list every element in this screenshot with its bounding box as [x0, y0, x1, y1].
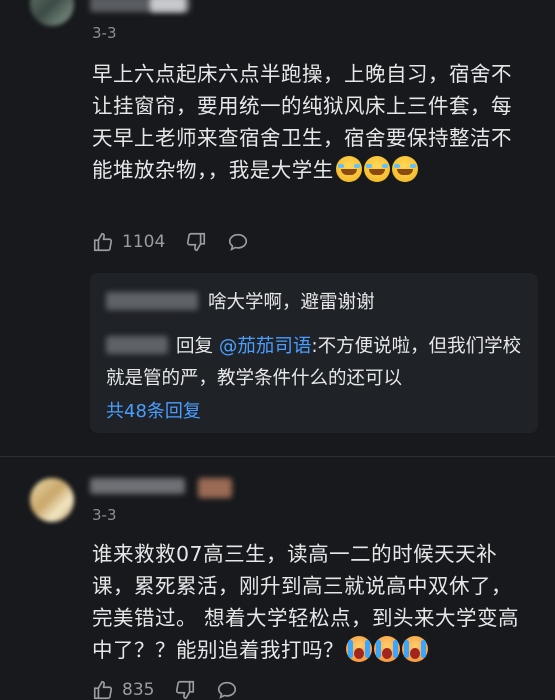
- comment-actions: 1104: [92, 228, 269, 256]
- reply-item: 回复 @茄茄司语:不方便说啦，但我们学校就是管的严，教学条件什么的还可以: [106, 331, 526, 395]
- comment-actions: 835: [92, 676, 258, 700]
- crying-laughing-emoji-icon: [363, 156, 390, 182]
- thumbs-up-icon: [93, 232, 113, 252]
- chat-bubble-icon: [229, 233, 248, 251]
- crying-laughing-emoji-icon: [335, 156, 362, 182]
- like-button[interactable]: 835: [92, 679, 154, 700]
- chat-bubble-icon: [218, 681, 237, 699]
- reply-username-blurred[interactable]: [106, 292, 198, 310]
- reply-button[interactable]: [216, 679, 238, 700]
- comment-text-content: 谁来救救07高三生，读高一二的时候天天补课，累死累活，刚升到高三就说高中双休了，…: [92, 542, 520, 662]
- comment-date: 3-3: [92, 24, 117, 42]
- crying-laughing-emoji-icon: [391, 156, 418, 182]
- reply-button[interactable]: [227, 231, 249, 253]
- comment-item: 3-3 谁来救救07高三生，读高一二的时候天天补课，累死累活，刚升到高三就说高中…: [0, 458, 555, 700]
- mention-link[interactable]: @茄茄司语: [219, 336, 312, 357]
- view-more-replies-link[interactable]: 共48条回复: [106, 397, 201, 423]
- username-blurred[interactable]: [90, 478, 185, 494]
- reply-text: 啥大学啊，避雷谢谢: [208, 292, 375, 313]
- avatar[interactable]: [30, 0, 74, 26]
- like-button[interactable]: 1104: [92, 231, 165, 253]
- thumbs-down-icon: [187, 232, 206, 252]
- comment-text: 早上六点起床六点半跑操，上晚自习，宿舍不让挂窗帘，要用统一的纯狱风床上三件套，每…: [92, 58, 532, 186]
- thumbs-down-icon: [176, 680, 195, 700]
- comment-text: 谁来救救07高三生，读高一二的时候天天补课，累死累活，刚升到高三就说高中双休了，…: [92, 538, 532, 666]
- username-badge-blurred: [198, 478, 232, 498]
- comment-date: 3-3: [92, 506, 117, 524]
- loudly-crying-emoji-icon: [374, 636, 400, 662]
- thumbs-up-icon: [93, 680, 113, 700]
- dislike-button[interactable]: [185, 231, 207, 253]
- loudly-crying-emoji-icon: [346, 636, 372, 662]
- like-count: 1104: [122, 232, 166, 252]
- replies-panel: 啥大学啊，避雷谢谢 回复 @茄茄司语:不方便说啦，但我们学校就是管的严，教学条件…: [90, 273, 538, 433]
- comment-divider: [0, 456, 555, 457]
- avatar[interactable]: [30, 478, 74, 522]
- like-count: 835: [122, 680, 155, 700]
- dislike-button[interactable]: [174, 679, 196, 700]
- loudly-crying-emoji-icon: [402, 636, 428, 662]
- username-badge-blurred: [150, 0, 186, 12]
- comment-item: 3-3 早上六点起床六点半跑操，上晚自习，宿舍不让挂窗帘，要用统一的纯狱风床上三…: [0, 0, 555, 458]
- reply-item: 啥大学啊，避雷谢谢: [106, 287, 526, 319]
- reply-username-blurred[interactable]: [106, 336, 168, 354]
- reply-label: 回复: [176, 336, 214, 357]
- reply-text: :不方便说啦，但我们学校就是管的严，教学条件什么的还可以: [106, 336, 522, 389]
- comment-text-content: 早上六点起床六点半跑操，上晚自习，宿舍不让挂窗帘，要用统一的纯狱风床上三件套，每…: [92, 62, 512, 182]
